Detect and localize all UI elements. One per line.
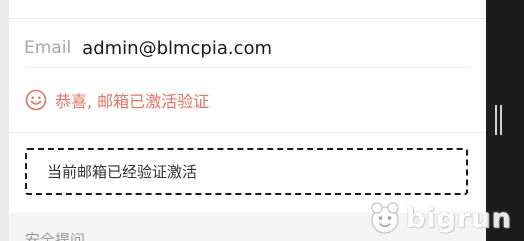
smile-icon (25, 89, 47, 111)
screenshot-frame: Email admin@blmcpia.com 恭喜, 邮箱已激活验证 当前邮箱… (0, 0, 524, 241)
section-divider (9, 132, 486, 133)
scrollbar-grip[interactable] (495, 105, 502, 135)
email-field-row: Email admin@blmcpia.com (24, 33, 272, 63)
left-edge-strip (0, 0, 9, 241)
scrollbar-grip-line (500, 105, 502, 135)
verification-status-box: 当前邮箱已经验证激活 (25, 148, 468, 195)
success-message: 恭喜, 邮箱已激活验证 (25, 87, 209, 113)
email-value[interactable]: admin@blmcpia.com (82, 38, 272, 59)
scrollbar-grip-line (495, 105, 497, 135)
security-question-heading: 安全提问 (25, 231, 86, 241)
email-field-underline (25, 67, 471, 68)
email-label: Email (24, 38, 72, 58)
mascot-icon (371, 202, 399, 234)
verification-status-text: 当前邮箱已经验证激活 (47, 163, 198, 181)
watermark-logo: bigrun (368, 197, 520, 239)
watermark-text: bigrun (406, 202, 512, 234)
divider (9, 18, 486, 19)
success-text: 恭喜, 邮箱已激活验证 (55, 92, 210, 111)
